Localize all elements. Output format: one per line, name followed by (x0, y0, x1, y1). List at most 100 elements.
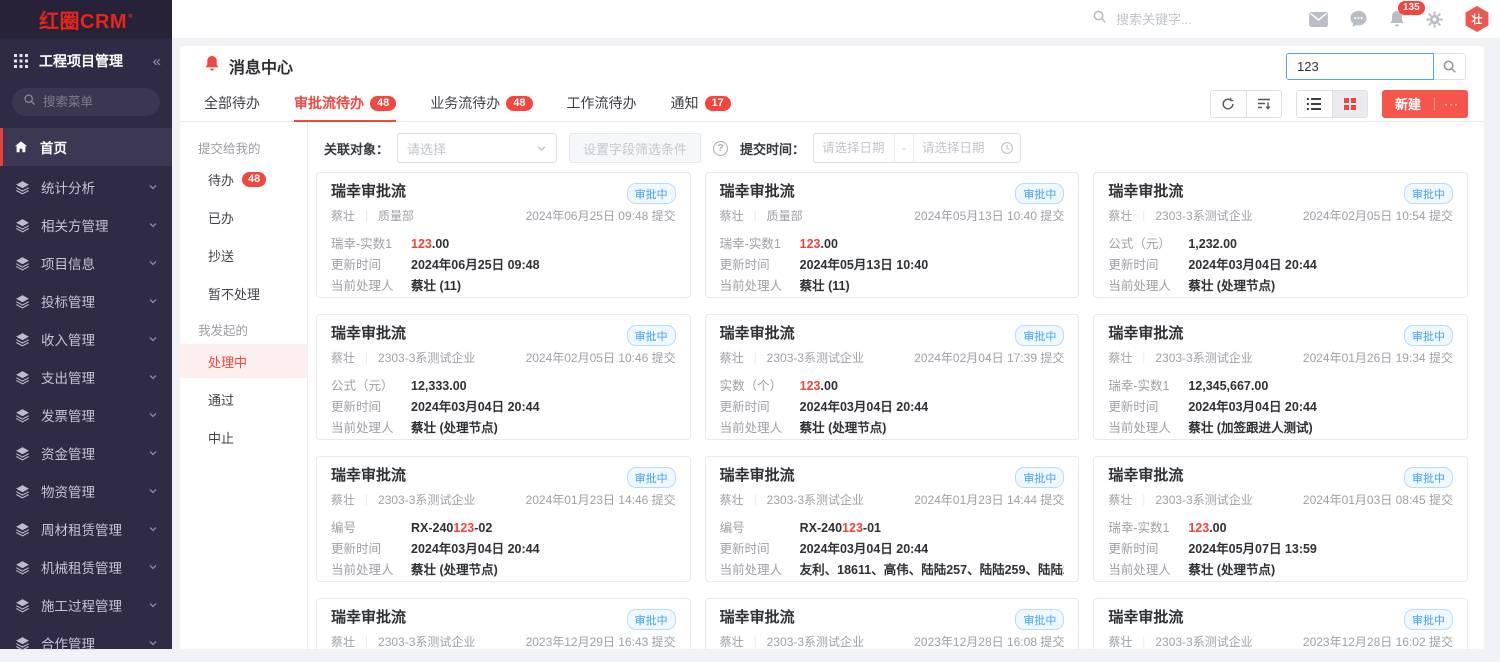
sidebar-menu-item[interactable]: 机械租赁管理 (0, 548, 172, 586)
sidebar-menu-search[interactable] (12, 88, 160, 116)
chevron-down-icon (148, 524, 158, 534)
field-value: 2024年05月07日 13:59 (1188, 539, 1317, 560)
clock-icon (994, 141, 1020, 155)
sidebar-menu-item[interactable]: 施工过程管理 (0, 586, 172, 624)
sidebar-menu-item[interactable]: 周材租赁管理 (0, 510, 172, 548)
message-search-input[interactable] (1286, 53, 1434, 80)
apps-grid-icon[interactable] (13, 54, 29, 68)
field-value: 123.00 (1188, 518, 1226, 539)
card-field-row: 更新时间 2024年03月04日 20:44 (720, 539, 1065, 560)
approval-card[interactable]: 瑞幸审批流 审批中 蔡壮 ｜ 2303-3系测试企业 2024年01月23日 1… (316, 456, 691, 582)
approval-card[interactable]: 瑞幸审批流 审批中 蔡壮 ｜ 质量部 2024年05月13日 10:40 提交 … (705, 172, 1080, 298)
field-value: RX-240123-02 (411, 518, 492, 539)
card-separator: ｜ (1138, 634, 1149, 650)
field-value: 2024年03月04日 20:44 (800, 397, 929, 418)
global-search[interactable] (1092, 0, 1266, 38)
field-label: 当前处理人 (720, 276, 788, 297)
chevron-down-icon (148, 258, 158, 268)
sidebar-menu-item[interactable]: 资金管理 (0, 434, 172, 472)
layers-icon (14, 446, 30, 461)
date-end-input[interactable] (914, 141, 994, 155)
create-button[interactable]: 新建 (1382, 94, 1434, 113)
user-avatar[interactable]: 壮 (1464, 6, 1490, 32)
sidebar-collapse-button[interactable]: « (153, 53, 159, 70)
subnav-item[interactable]: 中止 (180, 420, 307, 454)
related-object-select[interactable]: 请选择 (397, 133, 557, 163)
sidebar-menu-item-label: 相关方管理 (41, 215, 109, 235)
field-value: 蔡壮 (处理节点) (1188, 560, 1275, 581)
approval-card[interactable]: 瑞幸审批流 审批中 蔡壮 ｜ 2303-3系测试企业 2024年01月23日 1… (705, 456, 1080, 582)
field-value: 蔡壮 (处理节点) (1188, 276, 1275, 297)
date-start-input[interactable] (814, 141, 894, 155)
message-tab[interactable]: 全部待办 (204, 86, 260, 122)
card-status-badge: 审批中 (627, 609, 676, 630)
list-view-button[interactable] (1297, 91, 1332, 117)
gear-icon[interactable] (1426, 11, 1443, 28)
sidebar-menu-item[interactable]: 支出管理 (0, 358, 172, 396)
field-label: 编号 (720, 518, 788, 539)
message-tab[interactable]: 业务流待办 48 (430, 86, 532, 122)
layers-icon (14, 560, 30, 575)
help-icon[interactable]: ? (713, 141, 728, 156)
create-split-button[interactable]: 新建 ··· (1382, 90, 1468, 118)
layers-icon (14, 408, 30, 423)
chevron-down-icon (148, 562, 158, 572)
global-search-input[interactable] (1116, 12, 1266, 27)
sidebar-menu-item[interactable]: 投标管理 (0, 282, 172, 320)
message-tab[interactable]: 审批流待办 48 (294, 86, 396, 122)
message-search-button[interactable] (1434, 53, 1466, 80)
sidebar-menu-item[interactable]: 发票管理 (0, 396, 172, 434)
sidebar-menu-item[interactable]: 合作管理 (0, 624, 172, 662)
field-filter-button[interactable]: 设置字段筛选条件 (569, 133, 701, 163)
subnav-item[interactable]: 处理中 (180, 344, 307, 378)
card-separator: ｜ (750, 492, 761, 508)
approval-card[interactable]: 瑞幸审批流 审批中 蔡壮 ｜ 2303-3系测试企业 2023年12月29日 1… (316, 598, 691, 649)
approval-card[interactable]: 瑞幸审批流 审批中 蔡壮 ｜ 2303-3系测试企业 2024年02月05日 1… (1093, 172, 1468, 298)
subnav-item[interactable]: 已办 (180, 200, 307, 234)
approval-card[interactable]: 瑞幸审批流 审批中 蔡壮 ｜ 2303-3系测试企业 2023年12月28日 1… (1093, 598, 1468, 649)
subnav-item[interactable]: 待办 48 (180, 162, 307, 196)
sidebar-search-input[interactable] (43, 95, 149, 109)
sidebar-menu-item-label: 施工过程管理 (41, 595, 122, 615)
approval-card[interactable]: 瑞幸审批流 审批中 蔡壮 ｜ 2303-3系测试企业 2024年01月03日 0… (1093, 456, 1468, 582)
layers-icon (14, 218, 30, 233)
sidebar-menu-item[interactable]: 项目信息 (0, 244, 172, 282)
approval-card[interactable]: 瑞幸审批流 审批中 蔡壮 ｜ 质量部 2024年06月25日 09:48 提交 … (316, 172, 691, 298)
subnav: 提交给我的 待办 48 已办 抄送 暂不处理 我发起的 处理中 通过 中止 (180, 122, 308, 649)
grid-view-button[interactable] (1332, 91, 1367, 117)
approval-card[interactable]: 瑞幸审批流 审批中 蔡壮 ｜ 2303-3系测试企业 2023年12月28日 1… (705, 598, 1080, 649)
message-tab[interactable]: 工作流待办 (567, 86, 637, 122)
chevron-down-icon (148, 410, 158, 420)
subnav-item[interactable]: 暂不处理 (180, 276, 307, 310)
refresh-button[interactable] (1211, 91, 1246, 117)
card-submit-time: 2023年12月28日 16:02 提交 (1303, 633, 1453, 649)
card-org: 2303-3系测试企业 (1155, 349, 1252, 366)
subnav-item[interactable]: 通过 (180, 382, 307, 416)
sidebar-menu-item[interactable]: 相关方管理 (0, 206, 172, 244)
sidebar-menu-item[interactable]: 物资管理 (0, 472, 172, 510)
mail-icon[interactable] (1309, 12, 1328, 27)
sort-button[interactable] (1246, 91, 1281, 117)
card-submitter: 蔡壮 (720, 633, 744, 649)
card-submit-time: 2023年12月29日 16:43 提交 (526, 633, 676, 649)
create-more-button[interactable]: ··· (1434, 97, 1468, 111)
sidebar-menu-item[interactable]: 统计分析 (0, 168, 172, 206)
submit-time-range: - (813, 133, 1021, 163)
sidebar-menu-item[interactable]: 收入管理 (0, 320, 172, 358)
approval-card[interactable]: 瑞幸审批流 审批中 蔡壮 ｜ 2303-3系测试企业 2024年01月26日 1… (1093, 314, 1468, 440)
layers-icon (14, 636, 30, 651)
approval-card[interactable]: 瑞幸审批流 审批中 蔡壮 ｜ 2303-3系测试企业 2024年02月05日 1… (316, 314, 691, 440)
notification-bell-icon[interactable]: 135 (1389, 10, 1405, 28)
card-field-row: 公式（元） 1,232.00 (1108, 234, 1453, 255)
card-field-row: 瑞幸-实数1 123.00 (1108, 518, 1453, 539)
chat-icon[interactable] (1349, 10, 1368, 28)
message-tab[interactable]: 通知 17 (671, 86, 731, 122)
approval-card[interactable]: 瑞幸审批流 审批中 蔡壮 ｜ 2303-3系测试企业 2024年02月04日 1… (705, 314, 1080, 440)
field-value: 123.00 (800, 376, 838, 397)
card-separator: ｜ (1138, 350, 1149, 366)
sidebar-item-home[interactable]: 首页 (0, 128, 172, 166)
app-sidebar: 红圈CRM° 工程项目管理 « 首页 统计分析 相关方管理 (0, 0, 172, 649)
message-center-panel: 消息中心 全部待办 审批流待办 48 业务流待办 48 工作流待办 通知 17 (180, 46, 1484, 649)
card-title: 瑞幸审批流 (720, 466, 1016, 486)
subnav-item[interactable]: 抄送 (180, 238, 307, 272)
